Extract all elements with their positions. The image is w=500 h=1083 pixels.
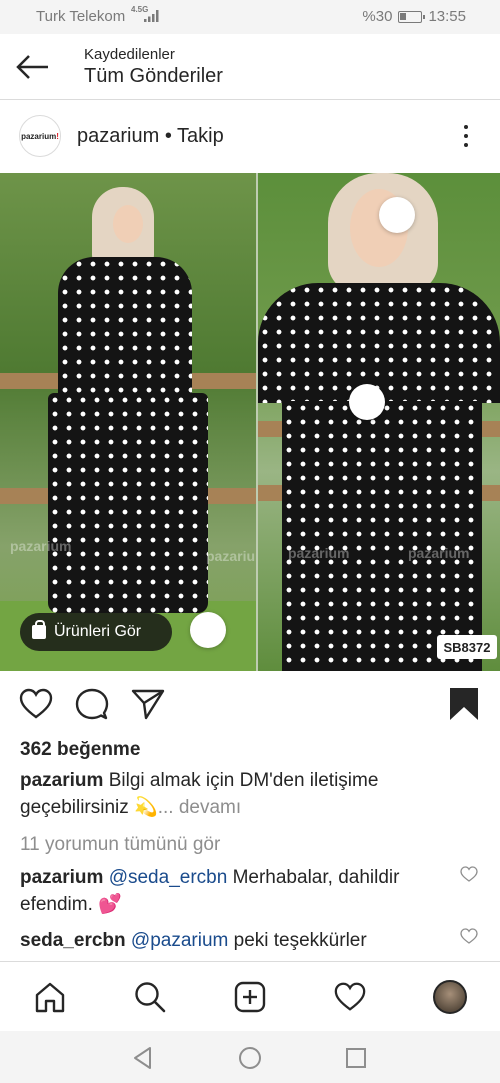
product-tag-dot[interactable] xyxy=(190,612,226,648)
nav-add-post[interactable] xyxy=(232,979,268,1015)
nav-profile[interactable] xyxy=(432,979,468,1015)
post-header: pazarium! pazarium • Takip xyxy=(0,101,500,173)
send-icon[interactable] xyxy=(130,686,166,722)
comment-text: peki teşekkürler xyxy=(228,930,367,951)
post-image[interactable]: pazarium pazarium pazarium pazarium Ürün… xyxy=(0,173,500,671)
post-caption: pazarium Bilgi almak için DM'den iletişi… xyxy=(20,767,460,821)
arrow-left-icon[interactable] xyxy=(14,49,52,85)
caption-more-link[interactable]: ... devamı xyxy=(158,797,241,818)
battery-percent: %30 xyxy=(362,8,393,25)
clock: 13:55 xyxy=(428,8,466,25)
comment-mention[interactable]: @pazarium xyxy=(131,930,228,951)
view-all-comments-link[interactable]: 11 yorumun tümünü gör xyxy=(20,831,460,858)
nav-search[interactable] xyxy=(132,979,168,1015)
comment-mention[interactable]: @seda_ercbn xyxy=(109,867,228,888)
product-tag-dot[interactable] xyxy=(379,197,415,233)
nav-home[interactable] xyxy=(32,979,68,1015)
view-products-label: Ürünleri Gör xyxy=(54,623,142,640)
post-actions xyxy=(0,672,500,736)
nav-activity[interactable] xyxy=(332,979,368,1015)
system-nav-bar xyxy=(0,1031,500,1083)
watermark-right: pazarium xyxy=(288,545,350,561)
comment-username[interactable]: pazarium xyxy=(20,867,103,888)
status-right: %30 13:55 xyxy=(362,8,466,25)
comment-like-icon[interactable] xyxy=(460,928,478,944)
account-avatar[interactable]: pazarium! xyxy=(19,115,61,157)
account-name-follow[interactable]: pazarium • Takip xyxy=(77,125,224,148)
comment-like-icon[interactable] xyxy=(460,866,478,882)
watermark-left-2: pazarium xyxy=(206,548,256,564)
watermark-left: pazarium xyxy=(10,538,72,554)
product-tag-dot[interactable] xyxy=(349,384,385,420)
watermark-right-2: pazarium xyxy=(408,545,470,561)
view-products-button[interactable]: Ürünleri Gör xyxy=(20,613,172,651)
avatar-icon xyxy=(433,980,467,1014)
photo-left-panel: pazarium pazarium xyxy=(0,173,256,671)
photo-right-panel: pazarium pazarium xyxy=(258,173,500,671)
comment-item: pazarium @seda_ercbn Merhabalar, dahildi… xyxy=(20,864,460,918)
signal-icon xyxy=(144,10,159,22)
comment-icon[interactable] xyxy=(74,686,110,722)
battery-icon xyxy=(398,10,426,23)
shopping-bag-icon xyxy=(32,620,46,639)
comment-item: seda_ercbn @pazarium peki teşekkürler xyxy=(20,927,460,954)
bookmark-filled-icon[interactable] xyxy=(446,686,482,722)
home-icon xyxy=(35,982,65,1013)
comment-username[interactable]: seda_ercbn xyxy=(20,930,126,951)
breadcrumb: Kaydedilenler xyxy=(84,46,175,63)
heart-icon xyxy=(334,982,366,1011)
more-vertical-icon[interactable] xyxy=(454,121,478,151)
recents-square-icon[interactable] xyxy=(343,1045,369,1071)
like-count[interactable]: 362 beğenme xyxy=(20,736,460,763)
sku-label: SB8372 xyxy=(437,635,497,659)
status-bar: Turk Telekom 4.5G %30 13:55 xyxy=(0,0,500,34)
bottom-tab-bar xyxy=(0,961,500,1031)
page-title: Tüm Gönderiler xyxy=(84,65,223,87)
home-circle-icon[interactable] xyxy=(237,1045,263,1071)
caption-username[interactable]: pazarium xyxy=(20,770,103,791)
carrier-name: Turk Telekom xyxy=(36,8,126,25)
plus-square-icon xyxy=(234,981,266,1013)
back-triangle-icon[interactable] xyxy=(130,1045,156,1071)
avatar-logo-text: pazarium xyxy=(21,131,57,141)
heart-icon[interactable] xyxy=(18,686,54,722)
app-header: Kaydedilenler Tüm Gönderiler xyxy=(0,34,500,100)
search-icon xyxy=(135,982,166,1013)
